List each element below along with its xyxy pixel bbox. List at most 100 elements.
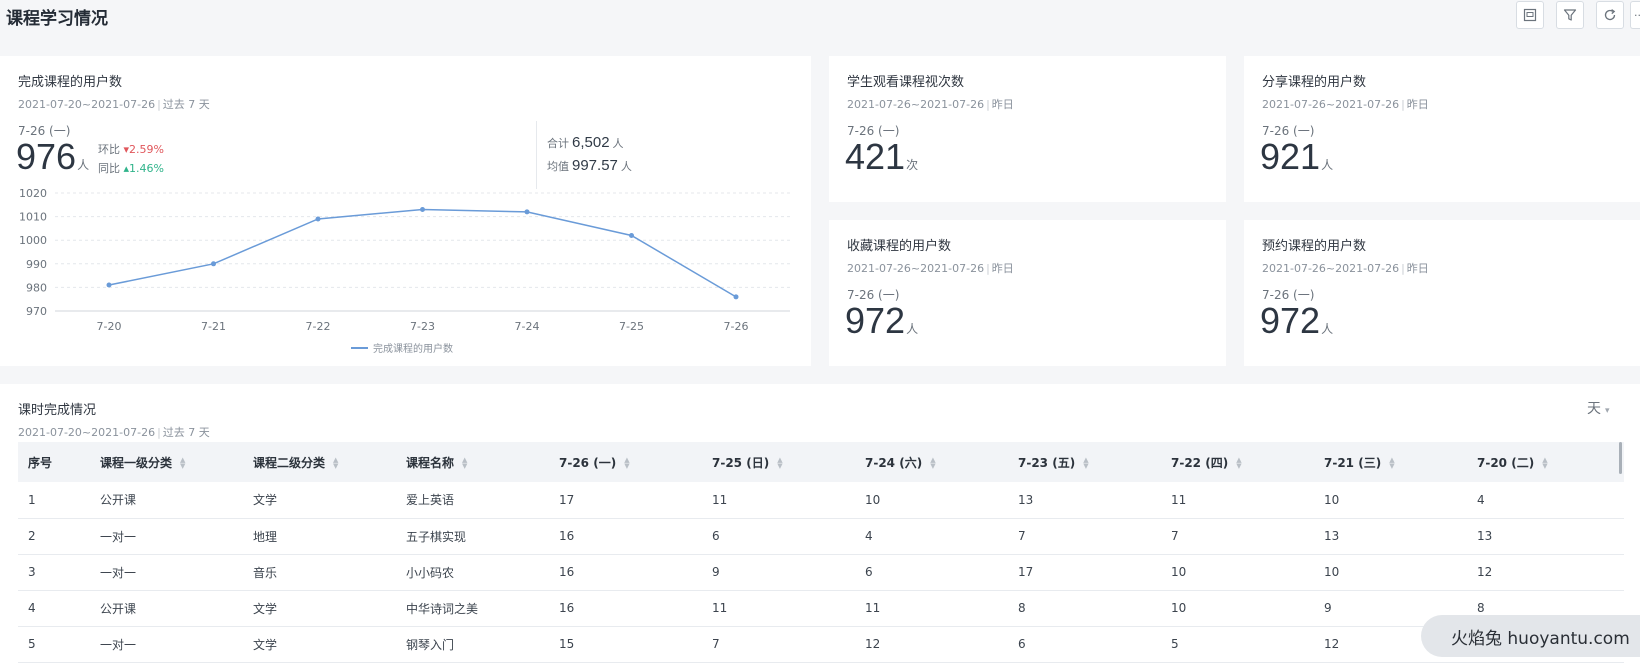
course-table: 序号 课程一级分类 ▲ ▼ 课程二级分类 ▲ ▼ 课程名称 ▲ ▼ 7-26 (一) ▲ ▼ 7… (18, 442, 1624, 663)
column-header[interactable]: 课程二级分类 ▲ ▼ (243, 442, 396, 482)
table-cell: 五子棋实现 (396, 518, 549, 555)
table-cell: 11 (702, 590, 855, 627)
table-cell: 10 (855, 482, 1008, 519)
sort-icon[interactable]: ▲ ▼ (1542, 457, 1547, 470)
column-header[interactable]: 7-24 (六) ▲ ▼ (855, 442, 1008, 482)
column-header[interactable]: 7-21 (三) ▲ ▼ (1314, 442, 1467, 482)
table-cell: 公开课 (90, 590, 243, 627)
table-cell: 10 (1314, 482, 1467, 519)
table-cell: 一对一 (90, 554, 243, 591)
y-tick-label: 990 (26, 258, 47, 271)
watermark: 火焰兔 huoyantu.com (1421, 615, 1640, 657)
chevron-down-icon: ▾ (1605, 406, 1610, 416)
granularity-select[interactable]: 天 ▾ (1587, 398, 1610, 418)
sort-icon[interactable]: ▲ ▼ (1083, 457, 1088, 470)
sort-icon[interactable]: ▲ ▼ (777, 457, 782, 470)
stat-card-shares: 分享课程的用户数 2021-07-26~2021-07-26 | 昨日 7-26 (… (1244, 56, 1640, 202)
column-header[interactable]: 课程一级分类 ▲ ▼ (90, 442, 243, 482)
x-tick-label: 7-24 (515, 320, 540, 333)
card-date-range: 2021-07-26~2021-07-26 | 昨日 (1262, 98, 1429, 111)
y-tick-label: 980 (26, 281, 47, 294)
card-date-range: 2021-07-20~2021-07-26 | 过去 7 天 (18, 98, 210, 111)
table-cell: 16 (549, 554, 702, 591)
table-cell: 地理 (243, 518, 396, 555)
layout-toggle-button[interactable] (1516, 1, 1544, 29)
yoy-compare: 同比 ▴1.46% (98, 162, 164, 175)
refresh-button[interactable] (1596, 1, 1624, 29)
table-cell: 7 (702, 626, 855, 663)
y-tick-label: 970 (26, 305, 47, 318)
more-button[interactable]: ·· (1630, 1, 1640, 29)
table-cell: 公开课 (90, 482, 243, 519)
filter-button[interactable] (1556, 1, 1584, 29)
y-tick-label: 1000 (19, 234, 47, 247)
sort-icon[interactable]: ▲ ▼ (1236, 457, 1241, 470)
table-row: 3 一对一 音乐 小小码农 16 9 6 17 10 10 12 (18, 554, 1624, 591)
stat-card-favorites: 收藏课程的用户数 2021-07-26~2021-07-26 | 昨日 7-26 (… (829, 220, 1226, 366)
sort-icon[interactable]: ▲ ▼ (1389, 457, 1394, 470)
table-cell: 文学 (243, 590, 396, 627)
refresh-icon (1604, 9, 1616, 21)
stat-card-views: 学生观看课程视次数 2021-07-26~2021-07-26 | 昨日 7-26 … (829, 56, 1226, 202)
table-cell: 中华诗词之美 (396, 590, 549, 627)
table-cell: 文学 (243, 626, 396, 663)
x-tick-label: 7-23 (410, 320, 435, 333)
table-header-row: 序号 课程一级分类 ▲ ▼ 课程二级分类 ▲ ▼ 课程名称 ▲ ▼ 7-26 (一) ▲ ▼ 7… (18, 442, 1624, 482)
table-cell: 11 (855, 590, 1008, 627)
table-cell: 6 (855, 554, 1008, 591)
table-cell: 17 (549, 482, 702, 519)
column-header[interactable]: 7-20 (二) ▲ ▼ (1467, 442, 1624, 482)
table-cell: 5 (18, 626, 90, 663)
sort-icon[interactable]: ▲ ▼ (180, 457, 185, 470)
table-row: 2 一对一 地理 五子棋实现 16 6 4 7 7 13 13 (18, 518, 1624, 555)
table-cell: 13 (1314, 518, 1467, 555)
legend-label: 完成课程的用户数 (373, 342, 453, 355)
table-cell: 10 (1161, 590, 1314, 627)
column-header[interactable]: 课程名称 ▲ ▼ (396, 442, 549, 482)
data-point (106, 282, 112, 288)
table-cell: 6 (1008, 626, 1161, 663)
stat-card-reservations: 预约课程的用户数 2021-07-26~2021-07-26 | 昨日 7-26 (… (1244, 220, 1640, 366)
x-tick-label: 7-25 (619, 320, 644, 333)
data-point (629, 232, 634, 238)
table-cell: 13 (1008, 482, 1161, 519)
table-cell: 16 (549, 590, 702, 627)
table-cell: 15 (549, 626, 702, 663)
table-scrollbar[interactable] (1619, 442, 1622, 474)
table-cell: 8 (1008, 590, 1161, 627)
card-title: 预约课程的用户数 (1262, 239, 1367, 254)
column-header[interactable]: 7-26 (一) ▲ ▼ (549, 442, 702, 482)
column-header[interactable]: 7-25 (日) ▲ ▼ (702, 442, 855, 482)
filter-icon (1563, 9, 1577, 21)
table-cell: 小小码农 (396, 554, 549, 591)
table-cell: 16 (549, 518, 702, 555)
card-date-range: 2021-07-26~2021-07-26 | 昨日 (847, 98, 1014, 111)
table-cell: 6 (702, 518, 855, 555)
table-cell: 3 (18, 554, 90, 591)
sort-icon[interactable]: ▲ ▼ (462, 457, 467, 470)
table-cell: 10 (1161, 554, 1314, 591)
table-cell: 2 (18, 518, 90, 555)
table-cell: 4 (855, 518, 1008, 555)
table-cell: 音乐 (243, 554, 396, 591)
sort-icon[interactable]: ▲ ▼ (333, 457, 338, 470)
table-cell: 11 (702, 482, 855, 519)
table-cell: 5 (1161, 626, 1314, 663)
card-title: 收藏课程的用户数 (847, 239, 952, 254)
main-value: 976人 (16, 136, 90, 177)
table-cell: 1 (18, 482, 90, 519)
table-cell: 10 (1314, 554, 1467, 591)
table-cell: 12 (855, 626, 1008, 663)
column-header[interactable]: 7-23 (五) ▲ ▼ (1008, 442, 1161, 482)
table-cell: 钢琴入门 (396, 626, 549, 663)
sort-icon[interactable]: ▲ ▼ (624, 457, 629, 470)
card-date-range: 2021-07-26~2021-07-26 | 昨日 (847, 262, 1014, 275)
stat-value: 421次 (845, 136, 919, 177)
table-row: 5 一对一 文学 钢琴入门 15 7 12 6 5 12 8 (18, 626, 1624, 663)
table-cell: 7 (1008, 518, 1161, 555)
table-cell: 一对一 (90, 626, 243, 663)
data-point (524, 209, 530, 215)
column-header[interactable]: 7-22 (四) ▲ ▼ (1161, 442, 1314, 482)
x-tick-label: 7-26 (724, 320, 749, 333)
sort-icon[interactable]: ▲ ▼ (930, 457, 935, 470)
